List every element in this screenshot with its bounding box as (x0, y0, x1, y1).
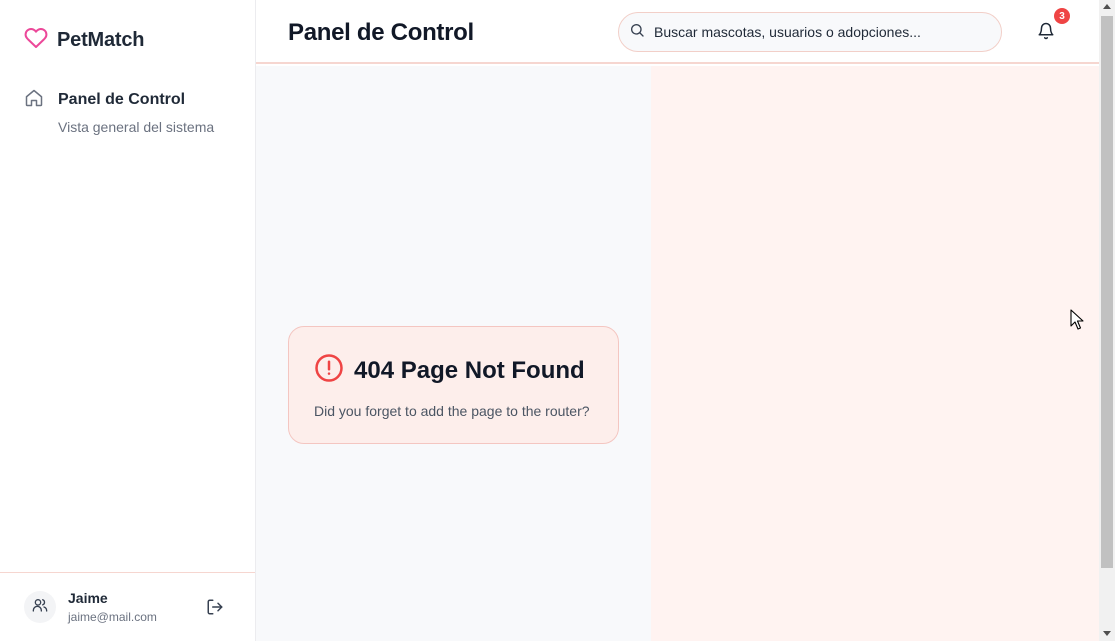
notification-badge: 3 (1054, 8, 1070, 24)
sidebar-item-label: Panel de Control (58, 91, 186, 108)
app-name: PetMatch (57, 29, 145, 51)
sidebar: PetMatch Panel de Control Vista general … (0, 0, 256, 641)
home-icon (24, 88, 44, 135)
search-icon (629, 22, 645, 43)
sidebar-item-sublabel: Vista general del sistema (58, 119, 215, 135)
brand-logo[interactable]: PetMatch (24, 26, 145, 55)
user-name: Jaime (68, 590, 108, 606)
search-bar[interactable] (618, 12, 1002, 52)
error-title: 404 Page Not Found (354, 356, 585, 384)
error-message: Did you forget to add the page to the ro… (314, 403, 590, 419)
scroll-up-icon[interactable] (1103, 4, 1111, 9)
error-card: 404 Page Not Found Did you forget to add… (288, 326, 619, 444)
page-title: Panel de Control (288, 19, 474, 46)
top-header: Panel de Control 3 (256, 0, 1099, 64)
sidebar-item-panel-de-control[interactable]: Panel de Control Vista general del siste… (24, 88, 234, 135)
mouse-cursor-icon (1070, 309, 1084, 336)
user-email: jaime@mail.com (68, 610, 157, 624)
logout-icon[interactable] (206, 598, 224, 621)
main-accent-panel (651, 66, 1099, 641)
scroll-down-icon[interactable] (1103, 631, 1111, 636)
search-input[interactable] (654, 24, 974, 40)
user-profile: Jaime jaime@mail.com (0, 572, 255, 641)
heart-icon (24, 26, 48, 55)
scroll-thumb[interactable] (1101, 16, 1113, 568)
alert-circle-icon (314, 353, 344, 388)
users-icon (32, 597, 48, 618)
bell-icon[interactable] (1037, 22, 1055, 45)
vertical-scrollbar[interactable] (1099, 0, 1115, 641)
avatar[interactable] (24, 591, 56, 623)
